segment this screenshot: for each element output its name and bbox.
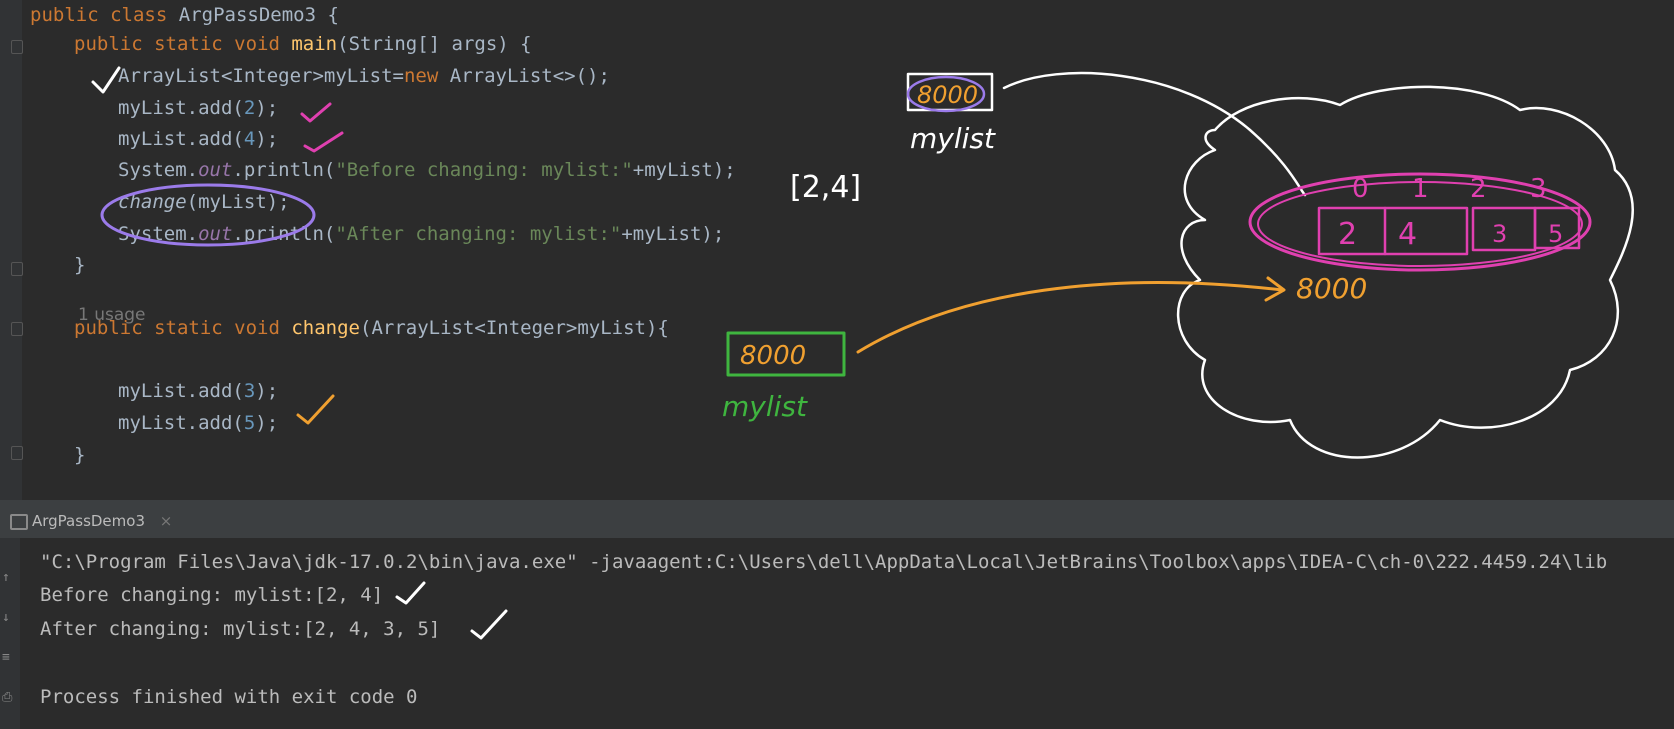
- println-call: .println(: [232, 223, 336, 245]
- editor-gutter: [0, 0, 22, 500]
- code-line-13: myList.add(3);: [118, 376, 278, 406]
- code-line-4: myList.add(2);: [118, 93, 278, 123]
- out-field: out: [198, 159, 233, 181]
- console-output-line: Before changing: mylist:[2, 4]: [40, 584, 384, 606]
- kw-class: class: [110, 4, 168, 26]
- run-tool-window-header: ArgPassDemo3 ×: [0, 502, 1674, 538]
- run-tab-label: ArgPassDemo3: [32, 512, 145, 530]
- code-editor[interactable]: public class ArgPassDemo3 { public stati…: [0, 0, 1674, 500]
- string-literal: "Before changing: mylist:": [335, 159, 633, 181]
- code-line-15: }: [74, 444, 86, 466]
- fold-marker[interactable]: [11, 262, 23, 276]
- main-modifiers: public static void: [74, 33, 280, 55]
- change-params: (ArrayList<Integer>myList){: [360, 317, 669, 339]
- add-close: );: [255, 97, 279, 119]
- main-params: (String[] args) {: [337, 33, 532, 55]
- add-call: myList.add(: [118, 128, 244, 150]
- code-line-11: public static void change(ArrayList<Inte…: [74, 313, 669, 343]
- system-ref: System.: [118, 223, 199, 245]
- code-line-6: System.out.println("Before changing: myl…: [118, 155, 736, 185]
- add-close: );: [255, 380, 279, 402]
- console-exit-line: Process finished with exit code 0: [40, 686, 418, 708]
- string-literal: "After changing: mylist:": [335, 223, 622, 245]
- run-tab[interactable]: ArgPassDemo3 ×: [6, 508, 180, 534]
- console-command-line: "C:\Program Files\Java\jdk-17.0.2\bin\ja…: [40, 551, 1608, 573]
- class-name: ArgPassDemo3 {: [178, 4, 339, 26]
- code-line-1: public class ArgPassDemo3 {: [30, 0, 339, 30]
- add-arg: 5: [243, 412, 256, 434]
- fold-marker[interactable]: [11, 40, 23, 54]
- console-toolbar: ↑ ↓ ≡ ⎙: [0, 538, 20, 729]
- scroll-icon[interactable]: ↓: [2, 610, 16, 625]
- code-line-9: }: [74, 254, 86, 276]
- change-modifiers: public static void: [74, 317, 280, 339]
- add-call: myList.add(: [118, 380, 244, 402]
- kw-new: new: [403, 65, 439, 87]
- change-args: (myList);: [186, 191, 290, 213]
- concat-expr: +myList);: [632, 159, 736, 181]
- list-decl: ArrayList<Integer>myList=: [118, 65, 404, 87]
- change-call: change: [118, 191, 187, 213]
- add-arg: 4: [243, 128, 256, 150]
- code-line-8: System.out.println("After changing: myli…: [118, 219, 724, 249]
- println-call: .println(: [232, 159, 336, 181]
- close-icon[interactable]: ×: [160, 512, 173, 530]
- console-output-line: After changing: mylist:[2, 4, 3, 5]: [40, 618, 441, 640]
- code-line-3: ArrayList<Integer>myList=new ArrayList<>…: [118, 61, 610, 91]
- code-line-5: myList.add(4);: [118, 124, 278, 154]
- list-ctor: ArrayList<>();: [449, 65, 610, 87]
- fold-marker[interactable]: [11, 322, 23, 336]
- add-call: myList.add(: [118, 412, 244, 434]
- print-icon[interactable]: ⎙: [2, 690, 16, 705]
- out-field: out: [198, 223, 233, 245]
- system-ref: System.: [118, 159, 199, 181]
- add-close: );: [255, 412, 279, 434]
- wrap-icon[interactable]: ≡: [2, 650, 16, 665]
- code-line-7: change(myList);: [118, 187, 290, 217]
- code-line-2: public static void main(String[] args) {: [74, 29, 532, 59]
- code-line-14: myList.add(5);: [118, 408, 278, 438]
- kw-public: public: [30, 4, 99, 26]
- add-call: myList.add(: [118, 97, 244, 119]
- main-method-name: main: [291, 33, 338, 55]
- change-method-name: change: [291, 317, 360, 339]
- add-close: );: [255, 128, 279, 150]
- fold-marker[interactable]: [11, 446, 23, 460]
- rerun-icon[interactable]: ↑: [2, 570, 16, 585]
- concat-expr: +myList);: [621, 223, 725, 245]
- add-arg: 2: [243, 97, 256, 119]
- add-arg: 3: [243, 380, 256, 402]
- console-icon: [10, 514, 28, 530]
